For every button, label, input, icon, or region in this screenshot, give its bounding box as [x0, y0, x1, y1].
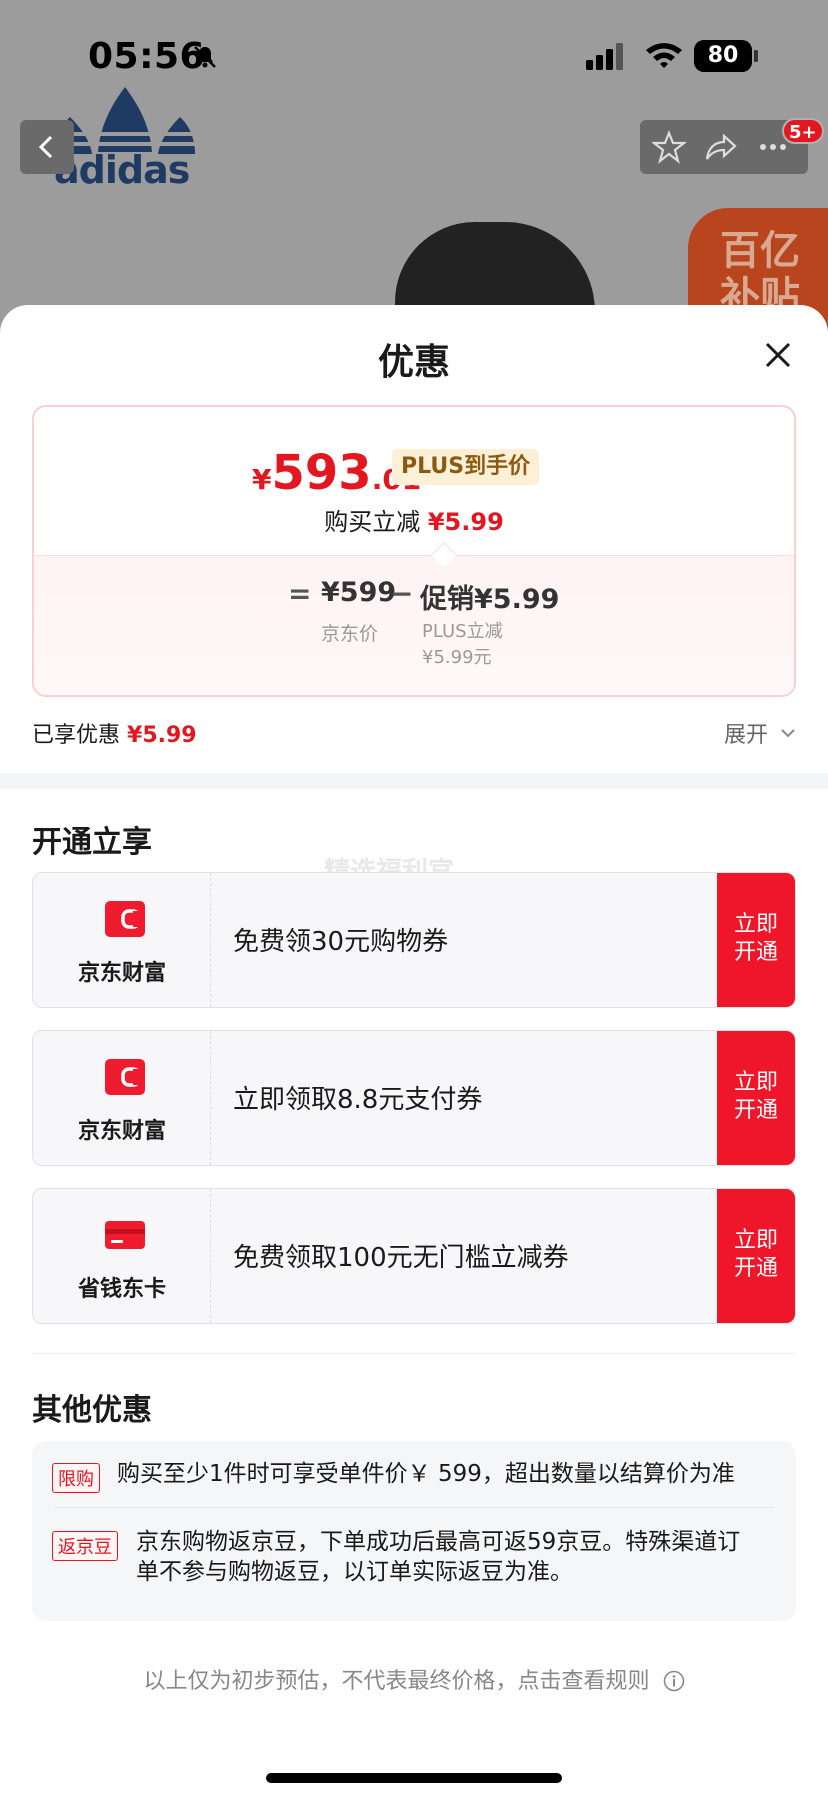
section-divider — [0, 773, 828, 789]
offer-card-1[interactable]: 京东财富 免费领30元购物券 立即开通 — [32, 872, 796, 1008]
product-page-background: 05:56 80 adidas 5+ 百亿补贴 — [0, 0, 828, 330]
minus-sign: − — [390, 577, 414, 610]
promo-discount-label: PLUS立减 ¥5.99元 — [422, 621, 503, 668]
share-icon[interactable] — [704, 130, 738, 164]
jd-wealth-icon — [105, 1059, 145, 1095]
promo-discount: 促销¥5.99 — [420, 584, 560, 615]
price-card: ¥593.01 PLUS到手价 购买立减 ¥5.99 = ¥599 京东价 − … — [32, 405, 796, 697]
sheet-title: 优惠 — [377, 342, 450, 383]
offer-brand-name: 京东财富 — [77, 961, 166, 986]
jd-bean-text-line1: 京东购物返京豆，下单成功后最高可返59京豆。特殊渠道订 — [136, 1529, 741, 1555]
open-section-title: 开通立享 — [32, 825, 152, 860]
cta-line1: 立即 — [733, 912, 778, 937]
offer-brand-area: 省钱东卡 — [33, 1189, 211, 1323]
cta-line2: 开通 — [733, 1098, 778, 1123]
jd-bean-tag: 返京豆 — [52, 1531, 118, 1561]
jd-bean-text-line2: 单不参与购物返豆，以订单实际返豆为准。 — [136, 1559, 573, 1585]
jd-price: ¥599 — [321, 577, 397, 608]
activate-now-button[interactable]: 立即 开通 — [717, 1189, 795, 1323]
offer-brand-name: 省钱东卡 — [77, 1277, 166, 1302]
offer-description: 免费领取100元无门槛立减券 — [233, 1243, 569, 1273]
star-favorite-icon[interactable] — [652, 130, 686, 164]
plus-price-badge: PLUS到手价 — [392, 449, 540, 485]
jd-wealth-icon — [105, 901, 145, 937]
other-section-title: 其他优惠 — [32, 1393, 152, 1428]
wifi-icon — [646, 43, 682, 68]
cta-line2: 开通 — [733, 1256, 778, 1281]
footnote-rules-link[interactable]: 以上仅为初步预估，不代表最终价格，点击查看规则 — [0, 1663, 828, 1695]
close-icon[interactable] — [760, 337, 796, 373]
chevron-left-icon — [38, 135, 53, 159]
card-icon — [105, 1221, 145, 1249]
offer-description: 立即领取8.8元支付券 — [233, 1085, 483, 1115]
other-discounts-box: 限购 购买至少1件时可享受单件价￥ 599，超出数量以结算价为准 返京豆 京东购… — [32, 1441, 796, 1621]
price-currency: ¥ — [252, 463, 272, 496]
offer-card-3[interactable]: 省钱东卡 免费领取100元无门槛立减券 立即开通 — [32, 1188, 796, 1324]
offer-brand-area: 京东财富 — [33, 873, 211, 1007]
brand-wordmark: adidas — [54, 148, 190, 192]
cta-line2: 开通 — [733, 940, 778, 965]
discount-bottom-sheet: 优惠 ¥593.01 PLUS到手价 购买立减 ¥5.99 = ¥599 京东价… — [0, 305, 828, 1795]
battery-indicator: 80 — [694, 40, 758, 72]
item-separator — [54, 1507, 774, 1508]
reduce-value: ¥5.99 — [427, 508, 504, 536]
cta-line1: 立即 — [733, 1070, 778, 1095]
footnote-text: 以上仅为初步预估，不代表最终价格，点击查看规则 — [143, 1669, 650, 1694]
equals-sign: = — [288, 577, 312, 610]
expand-button[interactable]: 展开 — [724, 717, 768, 749]
back-button[interactable] — [20, 120, 74, 174]
info-icon[interactable] — [663, 1670, 685, 1692]
price-integer: 593 — [271, 445, 372, 501]
limit-tag: 限购 — [52, 1463, 100, 1493]
limit-text: 购买至少1件时可享受单件价￥ 599，超出数量以结算价为准 — [117, 1461, 735, 1487]
jd-price-label: 京东价 — [321, 623, 379, 645]
activate-now-button[interactable]: 立即 开通 — [717, 1031, 795, 1165]
enjoyed-label: 已享优惠 — [32, 723, 121, 748]
offer-brand-area: 京东财富 — [33, 1031, 211, 1165]
home-indicator — [266, 1773, 562, 1783]
cta-line1: 立即 — [733, 1228, 778, 1253]
offer-card-2[interactable]: 京东财富 立即领取8.8元支付券 立即开通 — [32, 1030, 796, 1166]
section-separator — [32, 1353, 796, 1354]
offer-description: 免费领30元购物券 — [233, 927, 449, 957]
notification-badge: 5+ — [782, 118, 824, 144]
enjoyed-discount: 已享优惠 ¥5.99 — [32, 717, 197, 749]
instant-reduce-line: 购买立减 ¥5.99 — [34, 502, 794, 537]
price-breakdown-area — [34, 555, 794, 695]
activate-now-button[interactable]: 立即 开通 — [717, 873, 795, 1007]
reduce-label: 购买立减 — [324, 508, 421, 536]
offer-brand-name: 京东财富 — [77, 1119, 166, 1144]
chevron-down-icon[interactable] — [780, 725, 796, 741]
cellular-signal-icon — [586, 43, 623, 70]
enjoyed-value: ¥5.99 — [127, 723, 197, 748]
